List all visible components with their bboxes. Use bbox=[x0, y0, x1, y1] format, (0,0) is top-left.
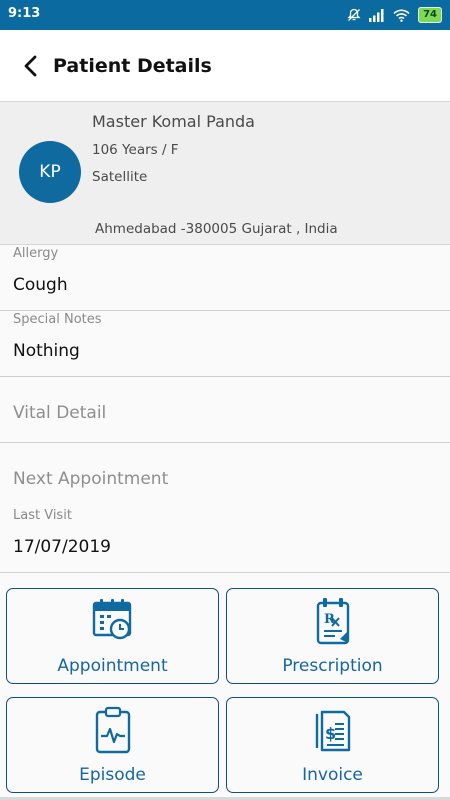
signal-icon bbox=[369, 8, 384, 22]
last-visit-value: 17/07/2019 bbox=[13, 537, 111, 557]
app-bar: Patient Details bbox=[0, 30, 450, 102]
allergy-value: Cough bbox=[13, 275, 68, 295]
patient-address: Ahmedabad -380005 Gujarat , India bbox=[95, 221, 338, 237]
vital-detail-placeholder: Vital Detail bbox=[13, 403, 107, 423]
special-notes-field[interactable]: Special Notes Nothing bbox=[0, 311, 450, 377]
battery-indicator: 74 bbox=[418, 7, 442, 23]
next-appointment-field[interactable]: Next Appointment bbox=[0, 443, 450, 509]
page-title: Patient Details bbox=[53, 55, 212, 77]
prescription-button[interactable]: R Prescription bbox=[226, 588, 439, 684]
prescription-label: Prescription bbox=[282, 656, 383, 676]
last-visit-field[interactable]: Last Visit 17/07/2019 bbox=[0, 507, 450, 573]
wifi-icon bbox=[393, 9, 410, 22]
last-visit-label: Last Visit bbox=[13, 508, 72, 523]
invoice-button[interactable]: $ Invoice bbox=[226, 697, 439, 793]
prescription-icon: R bbox=[316, 598, 349, 645]
back-arrow-icon[interactable] bbox=[20, 54, 42, 78]
allergy-label: Allergy bbox=[13, 246, 59, 261]
appointment-button[interactable]: Appointment bbox=[6, 588, 219, 684]
patient-name: Master Komal Panda bbox=[92, 112, 255, 131]
svg-text:$: $ bbox=[325, 724, 336, 743]
appointment-label: Appointment bbox=[57, 656, 168, 676]
clipboard-heartbeat-icon bbox=[95, 706, 130, 754]
allergy-field[interactable]: Allergy Cough bbox=[0, 245, 450, 311]
patient-age-gender: 106 Years / F bbox=[92, 142, 179, 158]
invoice-label: Invoice bbox=[302, 765, 363, 785]
special-notes-label: Special Notes bbox=[13, 312, 102, 327]
vital-detail-field[interactable]: Vital Detail bbox=[0, 377, 450, 443]
mute-icon bbox=[347, 8, 361, 21]
patient-card: KP Master Komal Panda 106 Years / F Sate… bbox=[0, 102, 450, 245]
special-notes-value: Nothing bbox=[13, 341, 80, 361]
next-appointment-placeholder: Next Appointment bbox=[13, 469, 169, 489]
episode-button[interactable]: Episode bbox=[6, 697, 219, 793]
status-time: 9:13 bbox=[8, 6, 41, 21]
invoice-icon: $ bbox=[315, 710, 350, 752]
episode-label: Episode bbox=[79, 765, 146, 785]
calendar-clock-icon bbox=[92, 599, 131, 640]
status-bar: 9:13 74 bbox=[0, 0, 450, 30]
patient-location: Satellite bbox=[92, 169, 148, 185]
avatar: KP bbox=[19, 141, 81, 203]
status-icons: 74 bbox=[347, 6, 442, 24]
